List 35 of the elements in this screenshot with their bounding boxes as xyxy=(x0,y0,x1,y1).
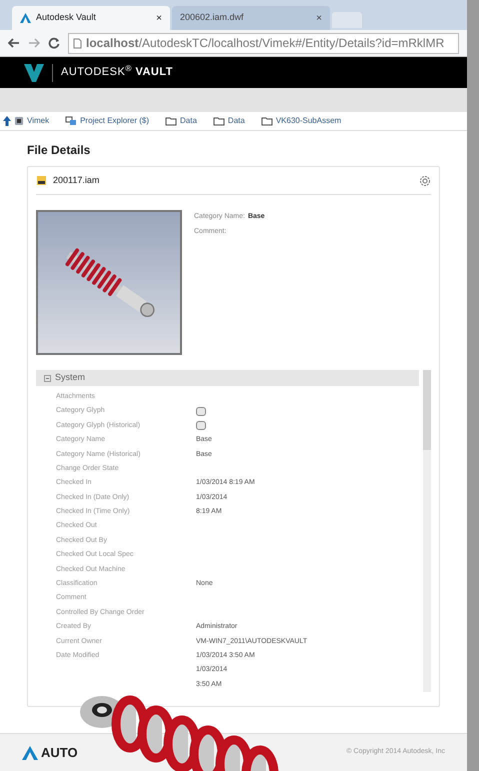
browser-tab[interactable]: 200602.iam.dwf × xyxy=(172,6,330,30)
scrollbar[interactable] xyxy=(423,370,431,692)
logo-icon xyxy=(20,13,31,23)
project-icon xyxy=(65,116,78,126)
breadcrumb-link[interactable]: VK630-SubAssem xyxy=(276,115,342,127)
close-button[interactable]: × xyxy=(316,10,322,26)
folder-icon xyxy=(260,116,273,126)
up-arrow-icon[interactable] xyxy=(3,116,11,126)
breadcrumb-link[interactable]: Project Explorer ($) xyxy=(80,115,150,127)
page-title: File Details xyxy=(27,142,92,159)
folder-icon xyxy=(165,116,178,126)
section-title: System xyxy=(55,371,86,384)
page-icon xyxy=(73,38,82,48)
brand-name: AUTODESK$^{®}$ VAULT xyxy=(61,64,173,80)
tab-title: Autodesk Vault xyxy=(36,11,97,24)
browser-tab[interactable]: Autodesk Vault × xyxy=(12,6,170,30)
vault-icon xyxy=(14,116,24,126)
tab-title: 200602.iam.dwf xyxy=(180,11,245,24)
close-button[interactable]: × xyxy=(156,10,162,26)
breadcrumb-link[interactable]: Data xyxy=(180,115,197,127)
section-header[interactable]: System xyxy=(36,370,419,386)
file-icon xyxy=(36,175,47,186)
logo-icon xyxy=(22,746,38,760)
collapse-icon[interactable] xyxy=(44,374,51,382)
breadcrumb-link[interactable]: Data xyxy=(228,115,245,127)
breadcrumb-link[interactable]: Vimek xyxy=(27,115,50,127)
logo-text: AUTO xyxy=(41,744,79,762)
file-name: 200117.iam xyxy=(53,174,100,187)
folder-icon xyxy=(212,116,225,126)
settings-icon[interactable] xyxy=(419,174,431,186)
url-text: localhost/AutodeskTC/localhost/Vimek#/Entity/Details?id=mRklMR xyxy=(86,35,444,52)
reload-icon[interactable] xyxy=(48,37,60,49)
back-icon[interactable] xyxy=(8,38,20,48)
address-bar[interactable]: localhost/AutodeskTC/localhost/Vimek#/Entity/Details?id=mRklMR xyxy=(68,32,459,54)
logo-icon xyxy=(24,64,44,82)
